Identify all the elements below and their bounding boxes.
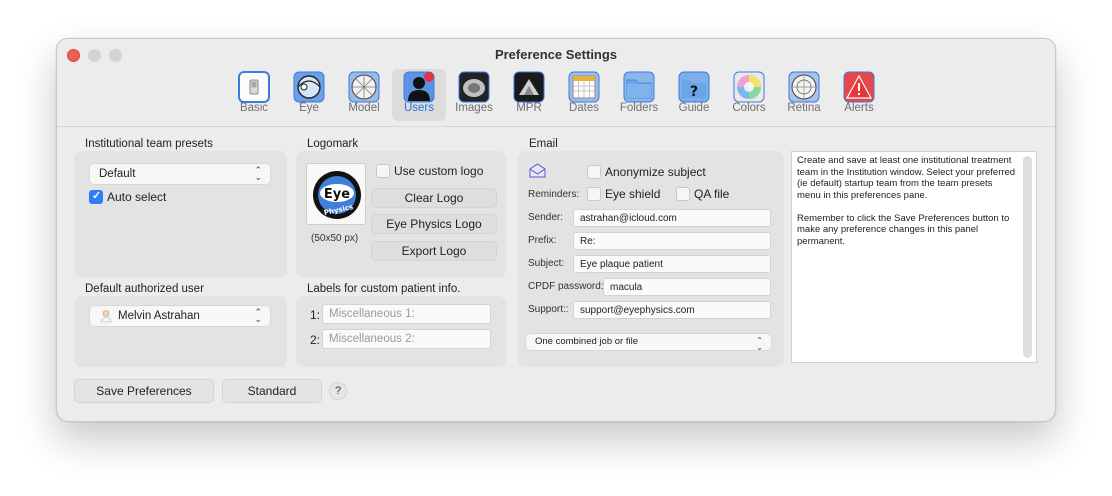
custom-label-field-2[interactable]: Miscellaneous 2: xyxy=(322,329,491,349)
qa-file-label: QA file xyxy=(694,187,730,201)
tab-label: Eye xyxy=(299,102,319,114)
tab-eye[interactable]: Eye xyxy=(282,69,336,121)
auto-select-label: Auto select xyxy=(107,190,167,204)
email-envelope-icon[interactable] xyxy=(529,163,546,178)
custom-label-num-1: 1: xyxy=(310,308,321,322)
eye-shield-label: Eye shield xyxy=(605,187,661,201)
help-textbox[interactable]: Create and save at least one institution… xyxy=(791,151,1037,363)
default-user-title: Default authorized user xyxy=(85,283,204,295)
preferences-window: Preference Settings Basic Eye Model User… xyxy=(56,38,1056,422)
custom-labels-title: Labels for custom patient info. xyxy=(307,283,461,295)
model-icon xyxy=(348,71,380,103)
use-custom-logo-label: Use custom logo xyxy=(394,164,484,178)
tab-label: Basic xyxy=(239,102,269,114)
calendar-icon xyxy=(568,71,600,103)
prefix-field[interactable]: Re: xyxy=(573,232,771,250)
tab-users[interactable]: Users xyxy=(392,69,446,121)
help-button[interactable]: ? xyxy=(329,382,347,400)
email-mode-popup[interactable]: One combined job or file ⌃ ⌄ xyxy=(525,333,772,352)
svg-text:Eye: Eye xyxy=(324,187,350,202)
logomark-title: Logomark xyxy=(307,138,359,150)
logo-preview[interactable]: Eye Physics xyxy=(306,163,366,225)
tab-label: Dates xyxy=(568,102,600,114)
help-text: Create and save at least one institution… xyxy=(797,155,1016,247)
window-title: Preference Settings xyxy=(494,47,618,62)
tab-label: Alerts xyxy=(844,102,874,114)
help-scrollbar[interactable] xyxy=(1023,156,1032,358)
chevron-updown-icon: ⌃ ⌄ xyxy=(756,336,763,352)
users-icon xyxy=(403,71,435,103)
guide-icon: ? xyxy=(678,71,710,103)
support-field[interactable]: support@eyephysics.com xyxy=(573,301,771,319)
tab-label: Model xyxy=(348,102,380,114)
subject-field[interactable]: Eye plaque patient xyxy=(573,255,771,273)
tab-label: Images xyxy=(455,102,493,114)
tab-label: Folders xyxy=(619,102,659,114)
alert-icon xyxy=(843,71,875,103)
folder-icon xyxy=(623,71,655,103)
team-preset-popup[interactable]: Default ⌃ ⌄ xyxy=(89,163,271,185)
email-mode-value: One combined job or file xyxy=(535,336,638,347)
titlebar: Preference Settings Basic Eye Model User… xyxy=(57,39,1055,127)
chevron-updown-icon: ⌃ ⌄ xyxy=(254,165,262,182)
images-icon xyxy=(458,71,490,103)
tab-dates[interactable]: Dates xyxy=(557,69,611,121)
tab-label: Users xyxy=(403,102,435,114)
user-avatar-icon xyxy=(100,310,112,323)
svg-text:?: ? xyxy=(690,84,698,100)
save-preferences-button[interactable]: Save Preferences xyxy=(74,379,214,403)
tab-colors[interactable]: Colors xyxy=(722,69,776,121)
chevron-updown-icon: ⌃ ⌄ xyxy=(254,307,262,324)
sender-field[interactable]: astrahan@icloud.com xyxy=(573,209,771,227)
support-label: Support:: xyxy=(528,304,569,315)
export-logo-button[interactable]: Export Logo xyxy=(371,241,497,261)
custom-label-num-2: 2: xyxy=(310,333,321,347)
team-presets-title: Institutional team presets xyxy=(85,138,213,150)
tab-alerts[interactable]: Alerts xyxy=(832,69,886,121)
eye-shield-checkbox[interactable] xyxy=(587,187,601,201)
tab-images[interactable]: Images xyxy=(447,69,501,121)
standard-button[interactable]: Standard xyxy=(222,379,322,403)
anonymize-subject-label: Anonymize subject xyxy=(605,165,706,179)
color-wheel-icon xyxy=(733,71,765,103)
sender-label: Sender: xyxy=(528,212,564,223)
tab-label: MPR xyxy=(516,102,542,114)
qa-file-checkbox[interactable] xyxy=(676,187,690,201)
cpdf-password-label: CPDF password: xyxy=(528,281,604,292)
use-custom-logo-checkbox[interactable] xyxy=(376,164,390,178)
eye-physics-logo-button[interactable]: Eye Physics Logo xyxy=(371,214,497,234)
tab-model[interactable]: Model xyxy=(337,69,391,121)
tab-label: Guide xyxy=(678,102,710,114)
eye-icon xyxy=(293,71,325,103)
logo-size-label: (50x50 px) xyxy=(311,233,359,244)
tab-folders[interactable]: Folders xyxy=(612,69,666,121)
team-preset-value: Default xyxy=(99,168,136,180)
switch-icon xyxy=(238,71,270,103)
default-user-value: Melvin Astrahan xyxy=(118,310,200,322)
tab-basic[interactable]: Basic xyxy=(227,69,281,121)
eye-physics-logo: Eye Physics xyxy=(313,171,361,219)
tab-retina[interactable]: Retina xyxy=(777,69,831,121)
subject-label: Subject: xyxy=(528,258,565,269)
default-user-popup[interactable]: Melvin Astrahan ⌃ ⌄ xyxy=(89,305,271,327)
tab-mpr[interactable]: MPR xyxy=(502,69,556,121)
tab-label: Colors xyxy=(732,102,766,114)
cpdf-password-field[interactable]: macula xyxy=(603,278,771,296)
custom-label-field-1[interactable]: Miscellaneous 1: xyxy=(322,304,491,324)
tab-guide[interactable]: ? Guide xyxy=(667,69,721,121)
mpr-icon xyxy=(513,71,545,103)
tab-label: Retina xyxy=(787,102,821,114)
anonymize-subject-checkbox[interactable] xyxy=(587,165,601,179)
prefix-label: Prefix: xyxy=(528,235,557,246)
email-title: Email xyxy=(529,138,558,150)
reminders-label: Reminders: xyxy=(528,189,580,200)
clear-logo-button[interactable]: Clear Logo xyxy=(371,188,497,208)
retina-icon xyxy=(788,71,820,103)
auto-select-checkbox[interactable] xyxy=(89,189,103,204)
